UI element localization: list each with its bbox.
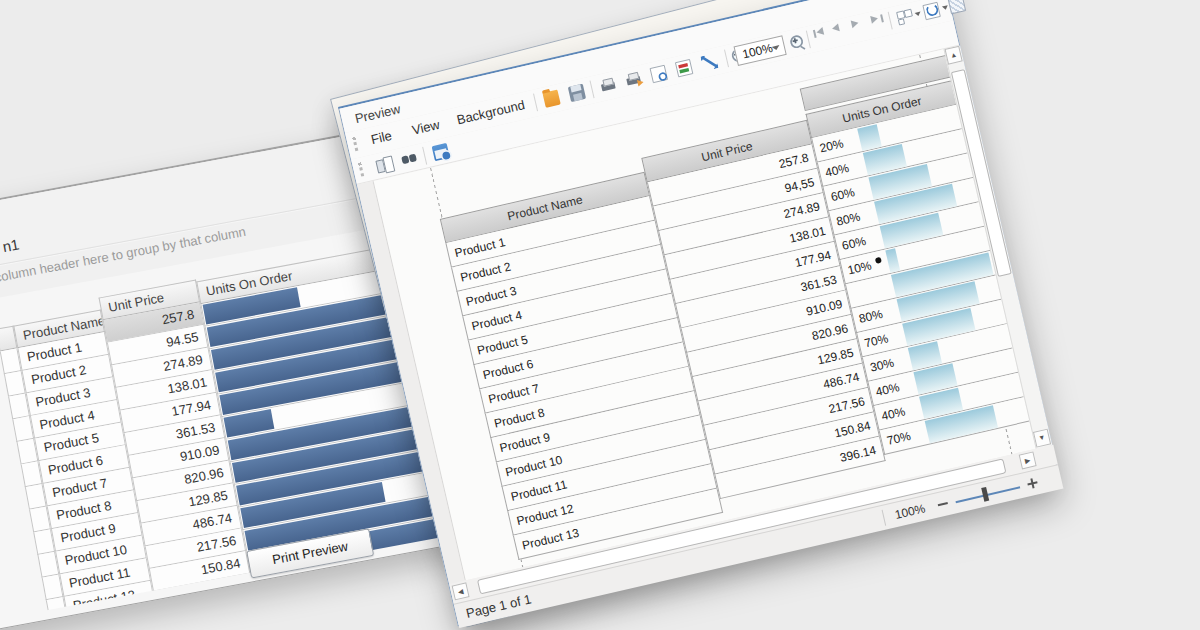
stage: n1 Drag a column header here to group by… [0,0,1200,630]
last-page-icon[interactable] [870,14,879,23]
units-bar [885,248,900,273]
menu-view[interactable]: View [410,117,441,138]
open-icon[interactable] [542,90,560,108]
first-page-arrow[interactable] [816,27,825,36]
scroll-right-button[interactable]: ▶ [1019,451,1037,469]
last-page-bar[interactable] [880,14,884,22]
print-icon[interactable] [599,77,617,95]
document-map-icon[interactable] [375,156,393,174]
watermark-icon[interactable] [948,0,966,14]
export-document-icon[interactable] [922,2,940,20]
export-dropdown[interactable] [942,5,949,10]
scroll-up-button[interactable]: ▲ [945,46,963,65]
preview-window: Preview File View Background 100% [338,0,1062,626]
toolbar-separator-5 [888,12,893,30]
toolbar2-separator [422,147,427,165]
quick-print-icon[interactable] [624,71,642,89]
menu-file[interactable]: File [370,128,394,147]
zoom-slider-minus[interactable] [938,502,948,506]
toolbar-separator-4 [806,31,811,49]
zoom-in-icon[interactable] [788,33,806,51]
status-zoom-label: 100% [894,501,927,522]
zoom-combo-arrow[interactable] [772,45,781,51]
status-separator [882,510,887,526]
page-setup-icon[interactable] [650,65,668,83]
multiple-pages-dropdown[interactable] [915,12,922,17]
next-page-icon[interactable] [851,19,860,28]
back-product-cell-13[interactable]: Product 13 [68,603,160,613]
save-icon[interactable] [568,84,586,102]
scroll-left-button[interactable]: ◀ [452,582,470,600]
grid-window-title: n1 [1,235,21,255]
units-bar [857,124,882,151]
toolbar2-grip[interactable] [358,162,364,176]
multiple-pages-icon[interactable] [895,8,913,26]
toolbar-grip[interactable] [352,137,358,151]
toolbar-separator-2 [590,81,595,99]
scale-icon[interactable] [700,53,718,71]
previous-page-icon[interactable] [831,23,840,32]
customize-icon[interactable] [432,143,450,161]
toolbar-separator-1 [533,94,538,112]
find-icon[interactable] [400,150,418,168]
picture-icon[interactable] [675,59,693,77]
toolbar-separator-3 [724,49,729,67]
